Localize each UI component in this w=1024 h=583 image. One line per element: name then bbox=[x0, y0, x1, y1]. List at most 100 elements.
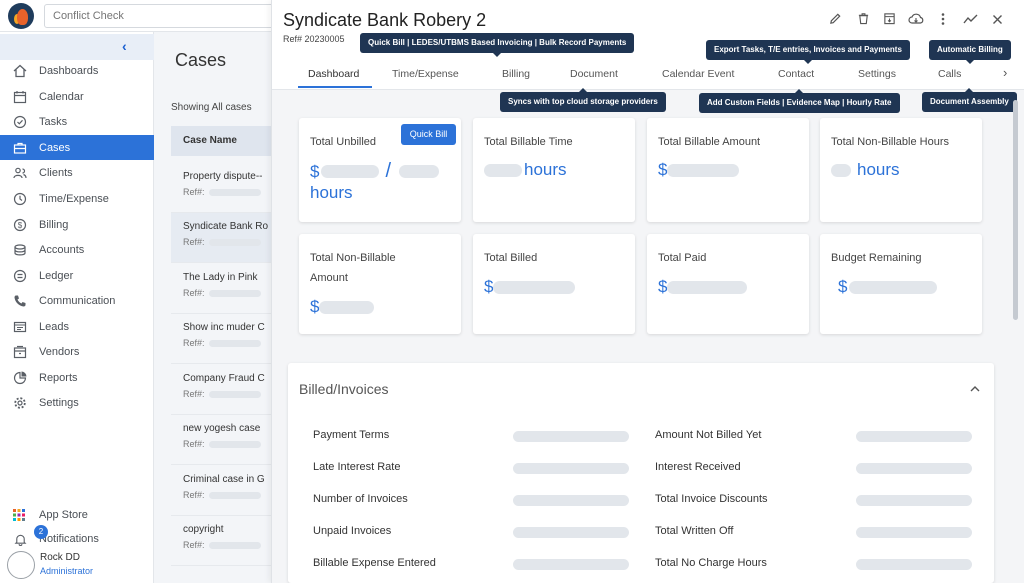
app-window: ‹ Dashboards Calendar Tasks Cases Client… bbox=[0, 0, 1024, 583]
svg-text:$: $ bbox=[18, 221, 23, 230]
case-ref: Ref#: bbox=[183, 439, 263, 449]
active-tab-indicator bbox=[298, 86, 372, 88]
chevron-up-icon[interactable] bbox=[970, 381, 980, 395]
tab-time-expense[interactable]: Time/Expense bbox=[392, 68, 459, 80]
tab-dashboard[interactable]: Dashboard bbox=[308, 68, 359, 80]
card-value: $ bbox=[838, 277, 938, 297]
currency-symbol: $ bbox=[310, 297, 320, 316]
chevron-right-icon[interactable]: › bbox=[1003, 65, 1007, 80]
user-name: Rock DD bbox=[40, 552, 81, 563]
case-ref-number: Ref# 20230005 bbox=[283, 34, 345, 44]
case-name: Property dispute-- bbox=[183, 171, 263, 182]
avatar[interactable] bbox=[7, 551, 35, 579]
card-title: Total Billable Time bbox=[484, 136, 573, 148]
case-list-item[interactable]: Company Fraud C Ref#: bbox=[171, 365, 275, 415]
sidebar-item-dashboards[interactable]: Dashboards bbox=[0, 58, 154, 83]
briefcase-icon bbox=[12, 140, 28, 156]
case-name-column-header[interactable]: Case Name bbox=[171, 126, 275, 156]
sidebar-item-settings[interactable]: Settings bbox=[0, 390, 154, 415]
case-list-item[interactable]: copyright Ref#: bbox=[171, 516, 275, 566]
card-unit: hours bbox=[310, 183, 353, 202]
row-label: Interest Received bbox=[655, 461, 741, 473]
billed-invoices-section: Billed/Invoices Payment Terms Late Inter… bbox=[288, 363, 994, 583]
card-title: Budget Remaining bbox=[831, 252, 922, 264]
card-total-billable-amount: Total Billable Amount $ bbox=[647, 118, 809, 222]
case-list-item[interactable]: The Lady in Pink Ref#: bbox=[171, 264, 275, 314]
archive-icon[interactable] bbox=[880, 12, 898, 30]
card-title: Total Paid bbox=[658, 252, 707, 264]
sidebar-item-label: Accounts bbox=[39, 243, 85, 256]
sidebar-collapse-button[interactable]: ‹ bbox=[0, 34, 154, 60]
row-label: Total No Charge Hours bbox=[655, 557, 767, 569]
card-title: Total Billed bbox=[484, 252, 538, 264]
tab-billing[interactable]: Billing bbox=[502, 68, 530, 80]
gear-icon bbox=[12, 395, 28, 411]
sidebar-item-reports[interactable]: Reports bbox=[0, 365, 154, 390]
sidebar-item-accounts[interactable]: Accounts bbox=[0, 237, 154, 262]
vendors-icon bbox=[12, 344, 28, 360]
bell-icon: 2 bbox=[12, 525, 48, 547]
notifications-link[interactable]: 2 Notifications bbox=[0, 525, 154, 550]
quick-bill-button[interactable]: Quick Bill bbox=[401, 124, 456, 145]
card-total-paid: Total Paid $ bbox=[647, 234, 809, 334]
currency-symbol: $ bbox=[310, 161, 320, 181]
tab-settings[interactable]: Settings bbox=[858, 68, 896, 80]
cases-panel: Cases Showing All cases Case Name Proper… bbox=[155, 32, 275, 583]
trash-icon[interactable] bbox=[854, 12, 872, 30]
case-ref-label: Ref#: bbox=[183, 237, 205, 247]
cloud-download-icon[interactable] bbox=[907, 12, 925, 30]
case-list-item[interactable]: Criminal case in G Ref#: bbox=[171, 466, 275, 516]
user-profile[interactable]: Rock DD Administrator bbox=[0, 548, 154, 583]
tab-contact[interactable]: Contact bbox=[778, 68, 814, 80]
case-name: new yogesh case bbox=[183, 423, 261, 434]
case-ref: Ref#: bbox=[183, 187, 263, 197]
pencil-icon[interactable] bbox=[826, 12, 844, 30]
dollar-icon: $ bbox=[12, 217, 28, 233]
sidebar-item-label: Dashboards bbox=[39, 64, 99, 77]
sidebar-item-clients[interactable]: Clients bbox=[0, 160, 154, 185]
case-list-item[interactable]: Property dispute-- Ref#: bbox=[171, 163, 275, 213]
case-list-item-selected[interactable]: Syndicate Bank Ro Ref#: bbox=[171, 213, 275, 263]
case-list-item[interactable]: new yogesh case Ref#: bbox=[171, 415, 275, 465]
case-ref: Ref#: bbox=[183, 237, 263, 247]
tab-document[interactable]: Document bbox=[570, 68, 618, 80]
tab-calls[interactable]: Calls bbox=[938, 68, 961, 80]
sidebar-item-time-expense[interactable]: Time/Expense bbox=[0, 186, 154, 211]
row-value-placeholder bbox=[856, 495, 972, 506]
row-value-placeholder bbox=[513, 527, 629, 538]
conflict-check-input[interactable] bbox=[44, 4, 274, 28]
sidebar-item-tasks[interactable]: Tasks bbox=[0, 109, 154, 134]
detail-scrollbar[interactable] bbox=[1013, 100, 1018, 320]
row-value-placeholder bbox=[513, 559, 629, 570]
case-name: Syndicate Bank Ro bbox=[183, 221, 269, 232]
sidebar-item-leads[interactable]: Leads bbox=[0, 314, 154, 339]
case-list-item[interactable]: Show inc muder C Ref#: bbox=[171, 314, 275, 364]
sidebar-item-vendors[interactable]: Vendors bbox=[0, 339, 154, 364]
row-label: Number of Invoices bbox=[313, 493, 408, 505]
sidebar-item-calendar[interactable]: Calendar bbox=[0, 84, 154, 109]
trend-icon[interactable] bbox=[961, 12, 979, 30]
sidebar-item-label: Ledger bbox=[39, 269, 74, 282]
sidebar-item-label: Leads bbox=[39, 320, 69, 333]
row-label: Unpaid Invoices bbox=[313, 525, 392, 537]
card-unit: hours bbox=[857, 160, 900, 179]
row-value-placeholder bbox=[513, 431, 629, 442]
cases-filter-label[interactable]: Showing All cases bbox=[171, 102, 252, 113]
currency-symbol: $ bbox=[838, 277, 848, 296]
sidebar-item-communication[interactable]: Communication bbox=[0, 288, 154, 313]
app-logo[interactable] bbox=[8, 3, 34, 29]
currency-symbol: $ bbox=[484, 277, 494, 296]
card-unit: hours bbox=[524, 160, 567, 179]
chevron-left-icon: ‹ bbox=[122, 38, 127, 54]
sidebar-item-ledger[interactable]: Ledger bbox=[0, 263, 154, 288]
app-grid-icon bbox=[12, 503, 28, 528]
app-store-link[interactable]: App Store bbox=[0, 504, 154, 526]
tab-calendar-event[interactable]: Calendar Event bbox=[662, 68, 734, 80]
sidebar-item-cases[interactable]: Cases bbox=[0, 135, 154, 160]
sidebar-item-billing[interactable]: $ Billing bbox=[0, 212, 154, 237]
row-value-placeholder bbox=[856, 463, 972, 474]
more-vertical-icon[interactable] bbox=[934, 12, 952, 30]
close-icon[interactable] bbox=[988, 12, 1006, 30]
card-value: hours bbox=[484, 160, 567, 180]
sidebar-item-label: Communication bbox=[39, 294, 116, 307]
